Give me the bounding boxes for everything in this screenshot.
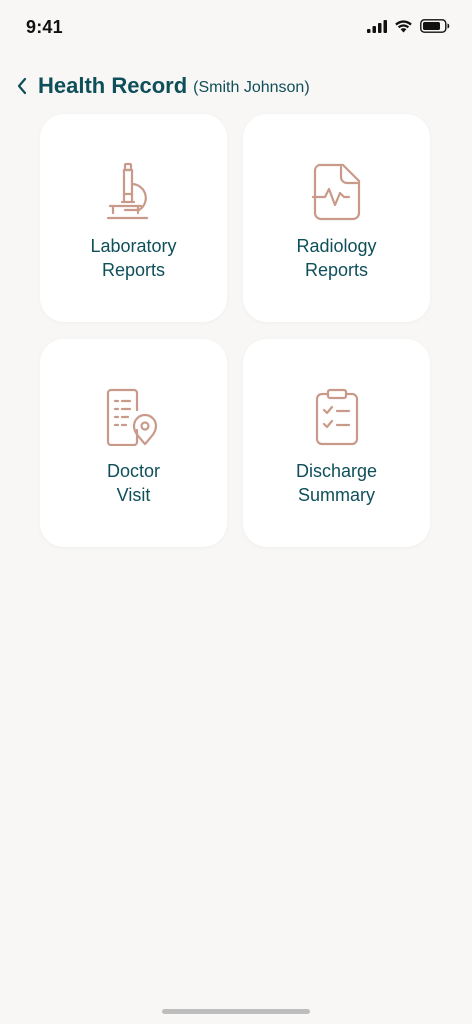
card-label-line: Reports xyxy=(304,260,369,280)
status-icons xyxy=(367,19,450,33)
card-label: Radiology Reports xyxy=(296,234,376,282)
page-title: Health Record xyxy=(38,73,188,98)
battery-icon xyxy=(420,19,450,33)
laboratory-reports-card[interactable]: Laboratory Reports xyxy=(40,114,227,322)
card-label-line: Visit xyxy=(116,485,151,505)
card-label: Discharge Summary xyxy=(296,459,377,507)
card-label-line: Reports xyxy=(101,260,166,280)
status-time: 9:41 xyxy=(26,17,63,37)
page-header: Health Record (Smith Johnson) xyxy=(12,70,310,102)
status-bar: 9:41 xyxy=(0,0,472,54)
doctor-visit-card[interactable]: Doctor Visit xyxy=(40,339,227,547)
home-indicator[interactable] xyxy=(162,1009,310,1014)
record-grid: Laboratory Reports Radiology Reports Doc… xyxy=(40,114,430,547)
card-label-line: Laboratory xyxy=(90,236,177,256)
doctor-visit-icon xyxy=(104,387,164,447)
radiology-reports-card[interactable]: Radiology Reports xyxy=(243,114,430,322)
card-label: Laboratory Reports xyxy=(90,234,176,282)
back-button[interactable] xyxy=(12,72,32,100)
chevron-left-icon xyxy=(17,77,27,95)
radiology-report-icon xyxy=(307,162,367,222)
clipboard-check-icon xyxy=(307,387,367,447)
card-label-line: Doctor xyxy=(106,461,160,481)
microscope-icon xyxy=(104,162,164,222)
card-label-line: Discharge xyxy=(295,461,378,481)
card-label: Doctor Visit xyxy=(107,459,160,507)
discharge-summary-card[interactable]: Discharge Summary xyxy=(243,339,430,547)
wifi-icon xyxy=(395,20,412,33)
patient-name: (Smith Johnson) xyxy=(193,78,310,96)
card-label-line: Summary xyxy=(297,485,375,505)
card-label-line: Radiology xyxy=(296,236,377,256)
cellular-signal-icon xyxy=(367,19,387,33)
